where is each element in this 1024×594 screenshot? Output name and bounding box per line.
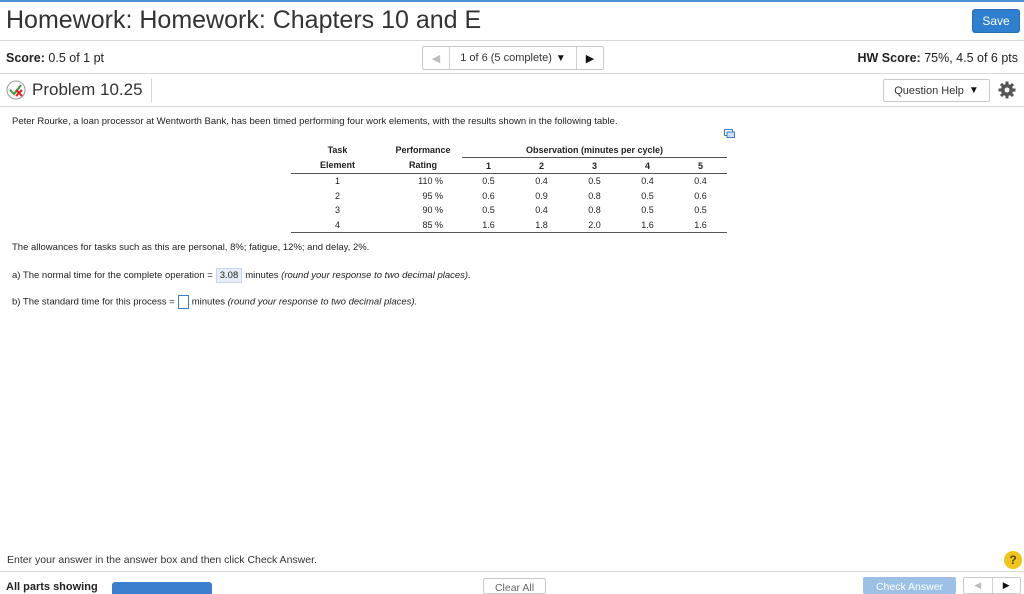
bottom-navigator: ◀ ▶ [963, 577, 1021, 594]
question-help-label: Question Help [894, 84, 964, 97]
part-a-note: (round your response to two decimal plac… [281, 270, 471, 281]
table-cell: 2.0 [568, 217, 621, 233]
table-cell: 1.6 [462, 217, 515, 233]
table-row: 1 110 % 0.5 0.4 0.5 0.4 0.4 [291, 174, 727, 189]
table-cell: 4 [291, 217, 384, 233]
top-accent-bar [0, 0, 1024, 2]
question-help-button[interactable]: Question Help ▼ [883, 79, 990, 102]
part-a-answer: 3.08 [215, 268, 243, 283]
chevron-right-icon: ▶ [1002, 580, 1010, 590]
all-parts-showing-label: All parts showing [6, 581, 98, 593]
part-a-units: minutes [245, 270, 279, 281]
table-cell: 0.5 [588, 176, 601, 187]
table-cell: 0.4 [641, 176, 654, 187]
header-obs-col: 3 [568, 157, 621, 174]
chevron-left-icon: ◀ [974, 580, 982, 590]
data-table: Task Performance Observation (minutes pe… [291, 142, 727, 233]
page-title: Homework: Homework: Chapters 10 and E [6, 6, 482, 34]
table-cell: 0.5 [641, 205, 654, 216]
check-answer-button[interactable]: Check Answer [863, 577, 956, 594]
header-element: Element [291, 157, 384, 174]
part-b-prompt: b) The standard time for this process = [12, 296, 175, 308]
divider [0, 73, 1024, 74]
table-cell: 0.5 [641, 190, 654, 201]
table-cell: 0.6 [482, 190, 495, 201]
previous-question-button[interactable]: ◀ [964, 578, 993, 593]
question-selector[interactable]: 1 of 6 (5 complete) ▼ [450, 47, 577, 69]
table-row: 4 85 % 1.6 1.8 2.0 1.6 1.6 [291, 217, 727, 233]
divider [0, 40, 1024, 41]
print-icon[interactable] [724, 129, 735, 138]
score-label: Score: [6, 51, 45, 65]
next-question-button[interactable]: ▶ [577, 47, 603, 69]
partial-credit-icon [6, 80, 26, 100]
table-cell: 0.4 [535, 205, 548, 216]
allowances-text: The allowances for tasks such as this ar… [12, 242, 370, 253]
table-cell: 1 [334, 176, 340, 187]
instruction-text: Enter your answer in the answer box and … [7, 554, 317, 566]
table-cell: 0.9 [535, 190, 548, 201]
problem-title: Problem 10.25 [32, 80, 143, 99]
table-cell: 1.6 [674, 217, 727, 233]
chevron-right-icon: ▶ [585, 52, 595, 65]
table-cell: 110 % [418, 176, 443, 187]
header-obs-col: 2 [515, 157, 568, 174]
table-cell: 0.5 [482, 205, 495, 216]
previous-question-button[interactable]: ◀ [423, 47, 450, 69]
hw-score: HW Score: 75%, 4.5 of 6 pts [858, 51, 1019, 65]
table-row: 2 95 % 0.6 0.9 0.8 0.5 0.6 [291, 189, 727, 204]
table-cell: 2 [334, 190, 340, 201]
header-obs-col: 4 [621, 157, 674, 174]
part-b-note: (round your response to two decimal plac… [227, 296, 418, 308]
question-count: 1 of 6 (5 complete) [460, 52, 552, 64]
divider [0, 106, 1024, 107]
part-a: a) The normal time for the complete oper… [12, 268, 471, 283]
hw-score-label: HW Score: [857, 51, 921, 65]
parts-toggle-button[interactable] [112, 582, 212, 594]
table-cell: 0.6 [694, 190, 707, 201]
table-cell: 0.8 [588, 190, 601, 201]
table-cell: 0.5 [482, 176, 495, 187]
table-cell: 85 % [422, 219, 443, 230]
caret-down-icon: ▼ [968, 85, 979, 96]
table-cell: 1.8 [515, 217, 568, 233]
header-task: Task [327, 144, 348, 155]
table-cell: 0.4 [694, 176, 707, 187]
table-cell: 0.5 [694, 205, 707, 216]
table-cell: 0.4 [535, 176, 548, 187]
hw-score-value: 75%, 4.5 of 6 pts [924, 51, 1018, 65]
chevron-left-icon: ◀ [431, 52, 441, 65]
header-obs-col: 5 [674, 157, 727, 174]
table-cell: 1.6 [621, 217, 674, 233]
gear-icon[interactable] [997, 80, 1017, 100]
header-observation: Observation (minutes per cycle) [462, 142, 727, 158]
score: Score: 0.5 of 1 pt [6, 51, 104, 65]
caret-down-icon: ▼ [555, 52, 566, 64]
question-navigator: ◀ 1 of 6 (5 complete) ▼ ▶ [422, 46, 604, 70]
answer-input[interactable] [177, 295, 189, 309]
table-cell: 90 % [422, 205, 443, 216]
header-obs-col: 1 [462, 157, 515, 174]
table-row: 3 90 % 0.5 0.4 0.8 0.5 0.5 [291, 203, 727, 218]
next-question-button[interactable]: ▶ [993, 578, 1021, 593]
part-a-prompt: a) The normal time for the complete oper… [12, 270, 213, 281]
part-b-units: minutes [191, 296, 225, 308]
help-icon[interactable]: ? [1004, 551, 1022, 569]
table-cell: 3 [334, 205, 340, 216]
table-cell: 0.8 [588, 205, 601, 216]
divider [0, 571, 1024, 572]
problem-intro: Peter Rourke, a loan processor at Wentwo… [12, 116, 618, 127]
header-performance: Performance [395, 144, 451, 155]
table-cell: 95 % [422, 190, 443, 201]
header-rating: Rating [384, 157, 462, 174]
part-b: b) The standard time for this process = m… [12, 295, 417, 309]
score-value: 0.5 of 1 pt [48, 51, 104, 65]
save-button[interactable]: Save [972, 9, 1020, 33]
divider [151, 78, 152, 102]
